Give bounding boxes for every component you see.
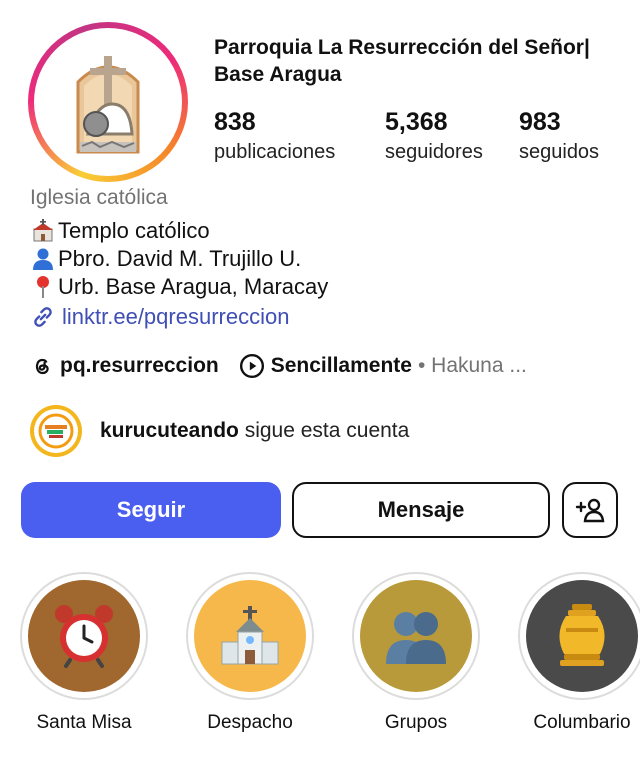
threads-handle: pq.resurreccion [60, 354, 219, 377]
add-person-icon [575, 495, 605, 525]
followed-by-row[interactable]: kurucuteando sigue esta cuenta [30, 405, 409, 457]
highlight-label: Columbario [533, 712, 631, 733]
profile-avatar[interactable] [28, 22, 188, 182]
person-emoji-icon [30, 247, 56, 271]
following-label: seguidos [519, 141, 600, 163]
bio-line-text: Pbro. David M. Trujillo U. [58, 246, 302, 271]
highlight-santa-misa[interactable]: Santa Misa [20, 572, 148, 734]
bio-line-text: Templo católico [58, 218, 210, 243]
followers-label: seguidores [385, 141, 483, 163]
message-button[interactable]: Mensaje [292, 482, 550, 538]
highlight-columbario[interactable]: Columbario [518, 572, 640, 734]
following-count: 983 [519, 108, 561, 136]
highlight-label: Despacho [207, 712, 293, 733]
highlight-label: Grupos [384, 712, 448, 733]
follow-button[interactable]: Seguir [21, 482, 281, 538]
music-artist: • Hakuna ... [417, 354, 527, 377]
profile-chips: pq.resurreccion Sencillamente • Hakuna .… [30, 353, 527, 379]
followers-count: 5,368 [385, 108, 448, 136]
link-text: linktr.ee/pqresurreccion [62, 304, 290, 329]
people-silhouette-icon [360, 580, 472, 692]
pin-emoji-icon [30, 275, 56, 299]
follower-avatar [30, 405, 82, 457]
church-emoji-icon [30, 219, 56, 243]
threads-icon [30, 354, 54, 378]
alarm-clock-icon [28, 580, 140, 692]
posts-label: publicaciones [214, 141, 336, 163]
play-circle-icon [239, 353, 265, 379]
church-building-icon [194, 580, 306, 692]
highlight-label: Santa Misa [36, 712, 132, 733]
link-icon [30, 304, 56, 330]
follower-username: kurucuteando [100, 419, 239, 442]
bio-line-text: Urb. Base Aragua, Maracay [58, 274, 329, 299]
stat-posts[interactable]: 838 publicaciones [214, 108, 335, 164]
threads-chip[interactable]: pq.resurreccion [30, 354, 219, 378]
bio-line-templo: Templo católico [30, 218, 210, 244]
bio-line-location: Urb. Base Aragua, Maracay [30, 274, 328, 300]
suggest-people-button[interactable] [562, 482, 618, 538]
followed-by-text: sigue esta cuenta [238, 419, 410, 442]
parish-logo-icon [40, 34, 176, 170]
highlight-grupos[interactable]: Grupos [352, 572, 480, 734]
posts-count: 838 [214, 108, 256, 136]
highlight-despacho[interactable]: Despacho [186, 572, 314, 734]
music-chip[interactable]: Sencillamente • Hakuna ... [239, 353, 527, 379]
bio-line-priest: Pbro. David M. Trujillo U. [30, 246, 301, 272]
profile-link[interactable]: linktr.ee/pqresurreccion [30, 304, 289, 330]
urn-icon [526, 580, 638, 692]
stat-followers[interactable]: 5,368 seguidores [385, 108, 483, 164]
stat-following[interactable]: 983 seguidos [519, 108, 599, 164]
profile-name: Parroquia La Resurrección del Señor| Bas… [214, 36, 590, 86]
music-title: Sencillamente [270, 354, 412, 377]
profile-category: Iglesia católica [30, 186, 168, 209]
